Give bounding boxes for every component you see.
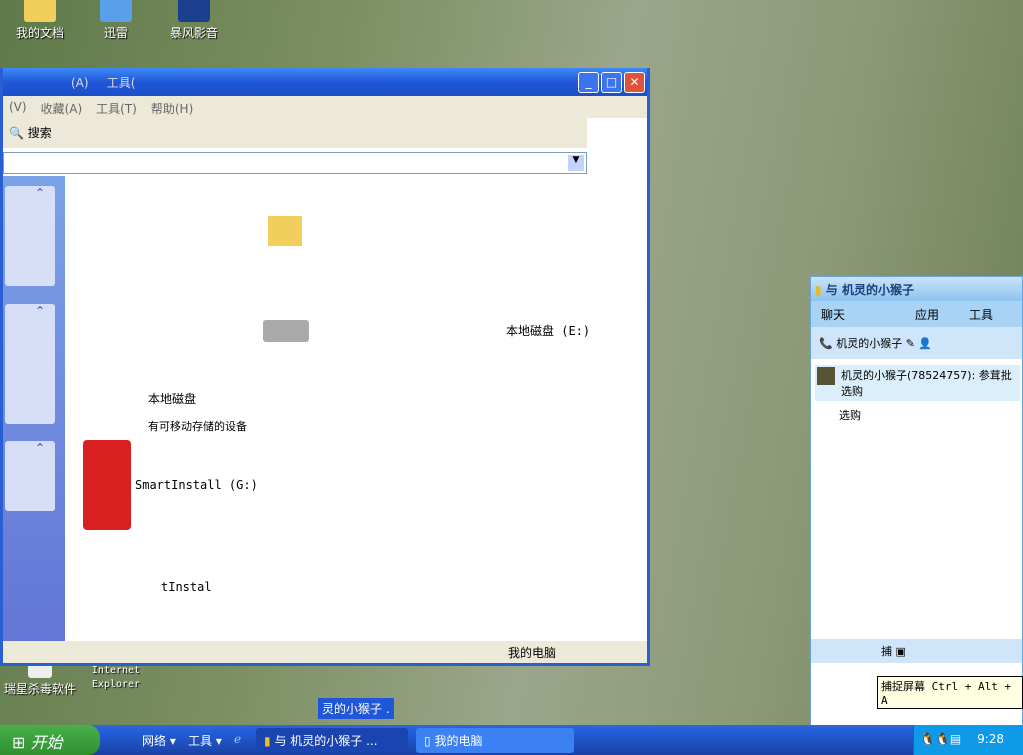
close-button[interactable]: ✕ [624,72,645,93]
toolbar-tools[interactable]: 工具 ▾ [180,728,230,753]
xunlei-icon [100,0,132,22]
toolbar-network[interactable]: 网络 ▾ [134,728,184,753]
collapse-icon[interactable]: ⌃ [35,441,45,455]
collapse-icon[interactable]: ⌃ [35,186,45,200]
removable-storage[interactable]: 有可移动存储的设备 [148,418,247,434]
film-icon [178,0,210,22]
qq-chat-window: ▮ 与 机灵的小猴子 聊天 应用 工具 📞 机灵的小猴子 ✎ 👤 机灵的小猴子(… [810,276,1023,726]
video-icon[interactable]: 📞 [819,337,833,350]
menu-help[interactable]: 帮助(H) [151,100,193,116]
tab-chat[interactable]: 聊天 [821,306,845,322]
task-panel[interactable]: ⌃ [5,186,55,286]
qq-message-2: 选购 [839,409,861,422]
qq-titlebar[interactable]: ▮ 与 机灵的小猴子 [811,277,1022,301]
network-icon[interactable]: ▤ [950,732,961,746]
menu-tools[interactable]: 工具(T) [96,100,137,116]
qq-icon: ▮ [264,734,271,748]
tab-tools[interactable]: 工具 [969,306,993,322]
explorer-window: (A) 工具( _ □ ✕ (V) 收藏(A) 工具(T) 帮助(H) 🔍 搜索… [0,68,650,666]
address-bar[interactable]: ▼ [3,152,587,174]
folder-icon [268,216,302,246]
maximize-button[interactable]: □ [601,72,622,93]
taskbar: ⊞ 开始 网络 ▾ 工具 ▾ ℯ ▮ 与 机灵的小猴子 ... ▯ 我的电脑 🐧… [0,725,1023,755]
qq-message: 机灵的小猴子(78524757): 参茸批 选购 [815,365,1020,401]
drive-smartinstall[interactable]: SmartInstall (G:) [135,478,258,492]
search-button[interactable]: 🔍 搜索 [9,126,52,140]
qq-tray-icon[interactable]: 🐧 [935,732,950,746]
task-pane: ⌃ ⌃ ⌃ [3,176,65,646]
qq-input-toolbar: 捕 ▣ [811,639,1022,663]
chevron-down-icon[interactable]: ▼ [568,155,584,171]
system-tray: 🐧🐧▤ 9:28 [913,725,1023,755]
status-bar: 我的电脑 [3,641,647,663]
search-icon: 🔍 [9,126,24,140]
tooltip: 捕捉屏幕 Ctrl + Alt + A [877,676,1023,709]
drive-e[interactable]: 本地磁盘 (E:) [506,322,590,339]
windows-logo-icon: ⊞ [12,733,26,752]
desktop-icon-baofeng[interactable]: 暴风影音 [154,0,234,41]
drive-local[interactable]: 本地磁盘 [148,390,196,407]
transfer-icon[interactable]: ✎ [906,337,915,350]
tab-apps[interactable]: 应用 [915,306,939,322]
minimize-button[interactable]: _ [578,72,599,93]
drive-smartinstall-2[interactable]: tInstal [161,580,212,594]
toolbar: 🔍 搜索 [3,118,587,148]
smartinstall-drive-icon [83,440,131,530]
taskbar-item-mycomputer[interactable]: ▯ 我的电脑 [416,728,574,753]
ie-quicklaunch-icon[interactable]: ℯ [226,728,249,753]
menu-view[interactable]: (V) [9,100,27,114]
start-button[interactable]: ⊞ 开始 [0,725,100,755]
explorer-titlebar[interactable]: (A) 工具( [3,68,647,96]
taskbar-item-qq[interactable]: ▮ 与 机灵的小猴子 ... [256,728,408,753]
avatar [817,367,835,385]
hard-drive-icon [263,320,309,342]
computer-icon: ▯ [424,734,431,748]
menu-bar: (V) 收藏(A) 工具(T) 帮助(H) [3,96,647,118]
qq-icon: ▮ [815,283,822,297]
qq-toolbar: 📞 机灵的小猴子 ✎ 👤 [811,327,1022,359]
collapse-icon[interactable]: ⌃ [35,304,45,318]
menu-favorites[interactable]: 收藏(A) [41,100,83,116]
task-panel[interactable]: ⌃ [5,441,55,511]
clock[interactable]: 9:28 [977,732,1004,746]
add-contact-icon[interactable]: 👤 [918,337,932,350]
qq-tabs: 聊天 应用 工具 [811,301,1022,327]
floating-fragment: 灵的小猴子 . [318,698,394,719]
screenshot-icon[interactable]: ▣ [896,645,906,658]
qq-tray-icon[interactable]: 🐧 [920,732,935,746]
desktop-icon-xunlei[interactable]: 迅雷 [76,0,156,41]
desktop-icon-my-documents[interactable]: 我的文档 [0,0,80,41]
folder-icon [24,0,56,22]
task-panel[interactable]: ⌃ [5,304,55,424]
